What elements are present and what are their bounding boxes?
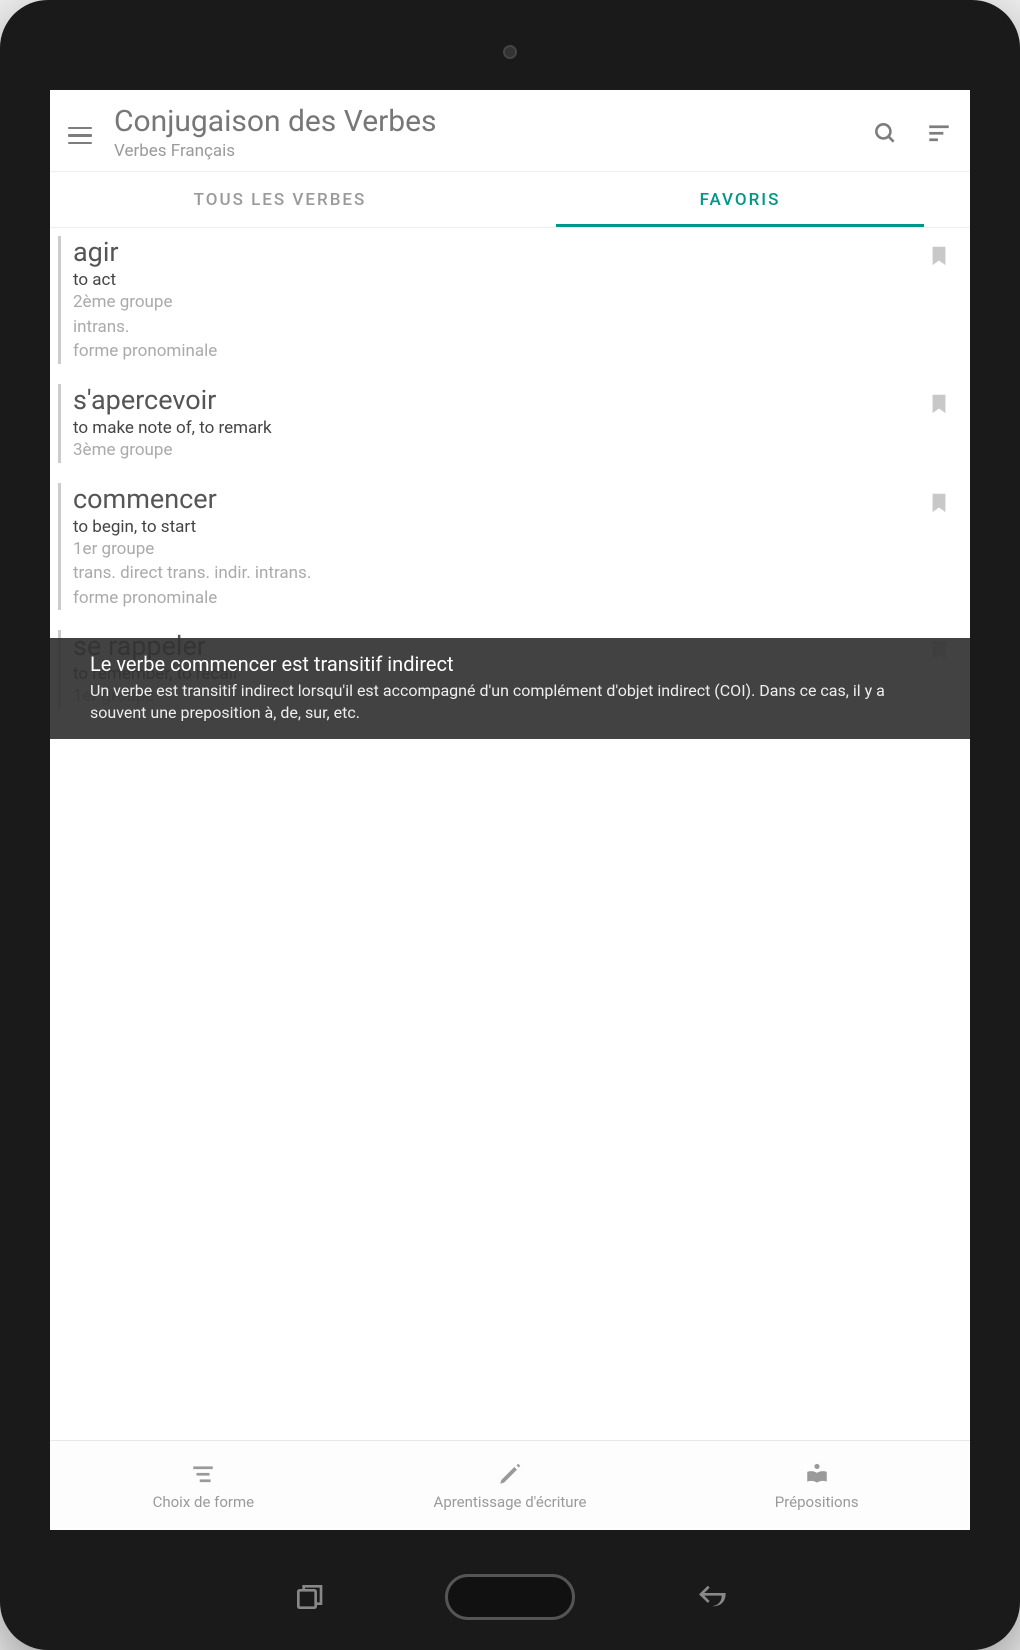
- verb-translation: to make note of, to remark: [73, 418, 928, 438]
- item-accent: [58, 384, 61, 463]
- filter-icon: [190, 1461, 216, 1487]
- verb-transitivity: trans. direct trans. indir. intrans.: [73, 561, 928, 586]
- nav-label: Choix de forme: [153, 1493, 254, 1511]
- recent-apps-icon[interactable]: [293, 1581, 325, 1613]
- pencil-icon: [497, 1461, 523, 1487]
- nav-label: Aprentissage d'écriture: [434, 1493, 587, 1511]
- verb-item[interactable]: s'apercevoir to make note of, to remark …: [50, 376, 970, 475]
- nav-prepositions[interactable]: Prépositions: [663, 1441, 970, 1530]
- verb-title: s'apercevoir: [73, 384, 928, 416]
- book-icon: [804, 1461, 830, 1487]
- verb-item[interactable]: agir to act 2ème groupe intrans. forme p…: [50, 228, 970, 376]
- nav-label: Prépositions: [775, 1493, 859, 1511]
- verb-translation: to begin, to start: [73, 517, 928, 537]
- title-block: Conjugaison des Verbes Verbes Français: [114, 104, 844, 161]
- tab-all-verbs[interactable]: TOUS LES VERBES: [50, 172, 510, 227]
- nav-form-choice[interactable]: Choix de forme: [50, 1441, 357, 1530]
- verb-item[interactable]: commencer to begin, to start 1er groupe …: [50, 475, 970, 623]
- bottom-nav: Choix de forme Aprentissage d'écriture P…: [50, 1440, 970, 1530]
- verb-transitivity: intrans.: [73, 315, 928, 340]
- hardware-buttons: [0, 1574, 1020, 1620]
- toast-title: Le verbe commencer est transitif indirec…: [90, 652, 930, 676]
- app-header: Conjugaison des Verbes Verbes Français: [50, 90, 970, 172]
- back-icon[interactable]: [695, 1581, 727, 1613]
- bookmark-icon[interactable]: [928, 392, 950, 420]
- app-screen: Conjugaison des Verbes Verbes Français T…: [50, 90, 970, 1530]
- bookmark-icon[interactable]: [928, 491, 950, 519]
- verb-group: 2ème groupe: [73, 290, 928, 315]
- toast-body: Un verbe est transitif indirect lorsqu'i…: [90, 680, 930, 723]
- app-subtitle: Verbes Français: [114, 141, 844, 161]
- front-camera: [503, 45, 517, 59]
- verb-title: commencer: [73, 483, 928, 515]
- nav-writing-practice[interactable]: Aprentissage d'écriture: [357, 1441, 664, 1530]
- info-toast: Le verbe commencer est transitif indirec…: [50, 638, 970, 739]
- tab-bar: TOUS LES VERBES FAVORIS: [50, 172, 970, 228]
- verb-group: 3ème groupe: [73, 438, 928, 463]
- verb-extra: forme pronominale: [73, 586, 928, 611]
- verb-translation: to act: [73, 270, 928, 290]
- verb-extra: forme pronominale: [73, 339, 928, 364]
- verb-title: agir: [73, 236, 928, 268]
- item-accent: [58, 483, 61, 611]
- home-button[interactable]: [445, 1574, 575, 1620]
- tablet-frame: Conjugaison des Verbes Verbes Français T…: [0, 0, 1020, 1650]
- search-icon[interactable]: [872, 120, 898, 146]
- app-title: Conjugaison des Verbes: [114, 104, 844, 139]
- sort-icon[interactable]: [926, 120, 952, 146]
- tab-favorites[interactable]: FAVORIS: [510, 172, 970, 227]
- menu-icon[interactable]: [68, 124, 92, 148]
- item-accent: [58, 236, 61, 364]
- verb-group: 1er groupe: [73, 537, 928, 562]
- bookmark-icon[interactable]: [928, 244, 950, 272]
